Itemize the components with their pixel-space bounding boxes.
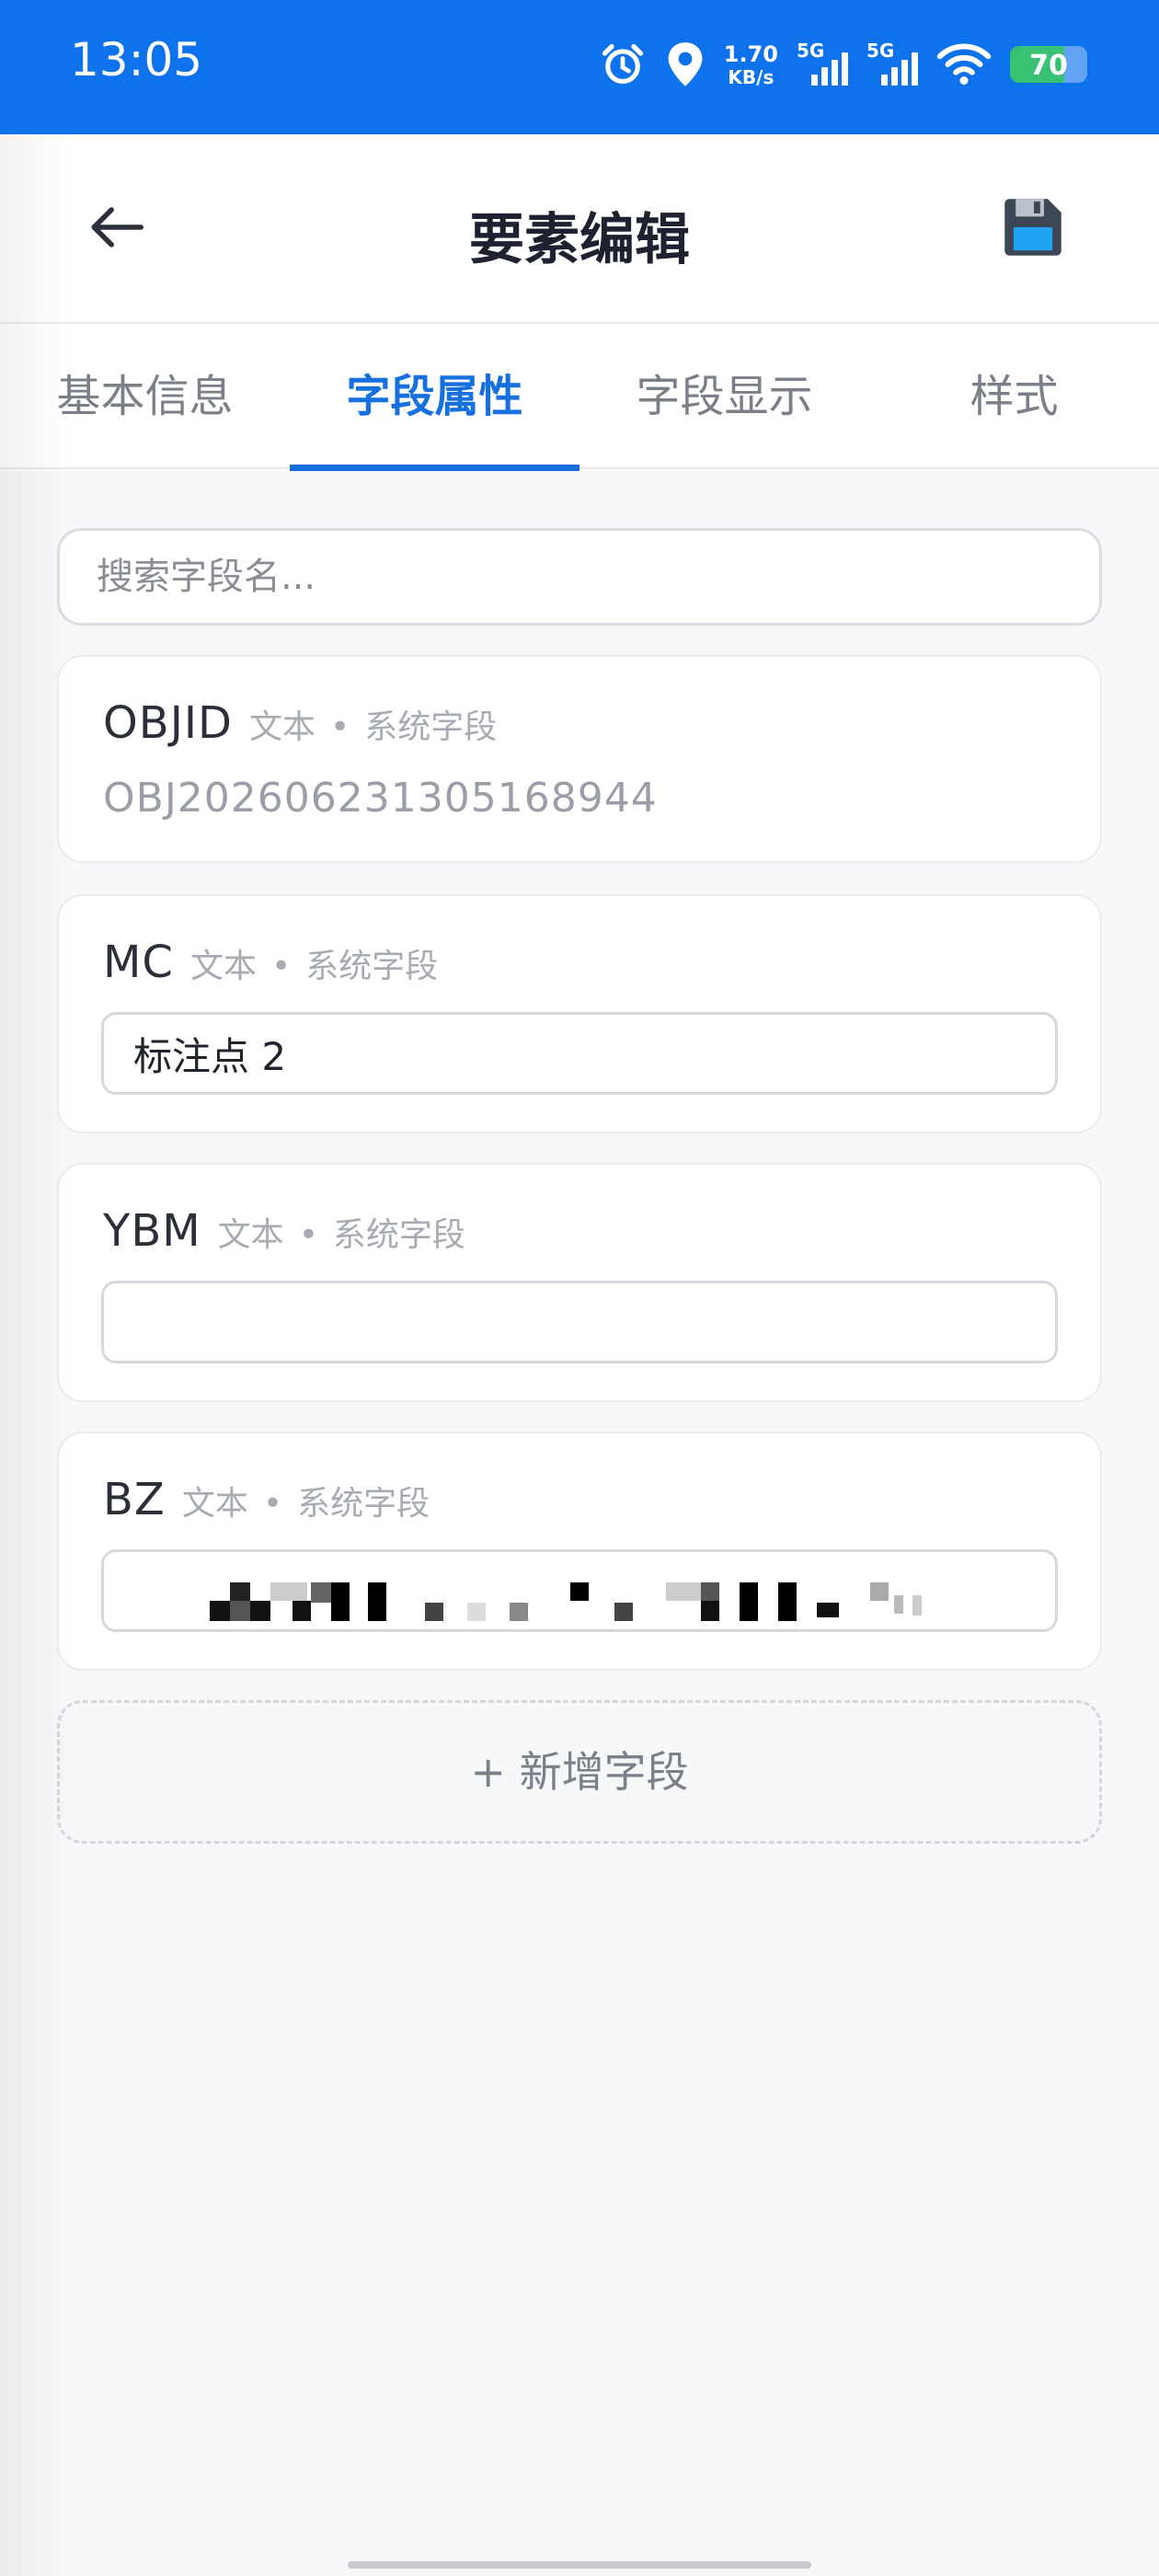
save-button[interactable] xyxy=(995,190,1071,265)
field-card-ybm: YBM 文本 • 系统字段 xyxy=(57,1163,1102,1402)
field-header: BZ 文本 • 系统字段 xyxy=(103,1474,430,1525)
meta-separator: • xyxy=(330,708,350,746)
field-name: YBM xyxy=(103,1205,201,1257)
redacted-value-pixelation xyxy=(210,1582,1001,1623)
field-kind: 系统字段 xyxy=(364,708,498,746)
alarm-icon xyxy=(602,43,643,85)
field-meta: 文本 • 系统字段 xyxy=(249,700,497,748)
field-header: OBJID 文本 • 系统字段 xyxy=(103,697,497,749)
field-card-bz: BZ 文本 • 系统字段 xyxy=(57,1432,1102,1671)
signal-sim2-icon: 5G xyxy=(866,40,918,89)
tab-basic-info[interactable]: 基本信息 xyxy=(0,324,290,469)
meta-separator: • xyxy=(298,1216,318,1254)
field-meta: 文本 • 系统字段 xyxy=(218,1208,465,1256)
field-name: BZ xyxy=(103,1474,166,1525)
add-field-button[interactable]: + 新增字段 xyxy=(57,1700,1102,1844)
field-list-panel: OBJID 文本 • 系统字段 OBJ202606231305168944 MC 文… xyxy=(0,471,1159,2576)
field-type: 文本 xyxy=(181,1485,248,1523)
status-icons: 1.70 KB/s 5G 5G 70 xyxy=(599,35,1087,94)
field-name: OBJID xyxy=(103,697,233,749)
meta-separator: • xyxy=(270,948,292,985)
field-header: YBM 文本 • 系统字段 xyxy=(103,1205,465,1257)
screen: 13:05 1.70 KB/s 5G 5G 70 要素编辑 基本信息 字段属性 … xyxy=(0,0,1159,2576)
battery-icon: 70 xyxy=(1010,46,1087,83)
field-meta: 文本 • 系统字段 xyxy=(182,1477,430,1524)
floppy-disk-icon xyxy=(1004,199,1061,256)
field-type: 文本 xyxy=(217,1216,284,1254)
field-header: MC 文本 • 系统字段 xyxy=(103,937,438,988)
signal-sim1-icon: 5G xyxy=(797,40,848,89)
wifi-icon xyxy=(936,43,992,85)
field-kind: 系统字段 xyxy=(297,1485,430,1523)
field-kind: 系统字段 xyxy=(332,1216,465,1254)
field-card-objid: OBJID 文本 • 系统字段 OBJ202606231305168944 xyxy=(57,655,1102,863)
status-bar: 13:05 1.70 KB/s 5G 5G 70 xyxy=(0,0,1159,134)
battery-level-text: 70 xyxy=(1029,50,1068,82)
status-time: 13:05 xyxy=(70,33,203,86)
field-search-input[interactable] xyxy=(57,528,1102,626)
field-name: MC xyxy=(103,937,174,988)
tab-style[interactable]: 样式 xyxy=(869,324,1159,469)
network-speed: 1.70 KB/s xyxy=(724,43,778,86)
field-meta: 文本 • 系统字段 xyxy=(190,939,438,987)
field-card-mc: MC 文本 • 系统字段 xyxy=(57,894,1102,1133)
network-speed-value: 1.70 xyxy=(723,40,778,67)
home-indicator[interactable] xyxy=(348,2561,811,2569)
field-value-input-mc[interactable] xyxy=(101,1012,1058,1095)
meta-separator: • xyxy=(262,1485,283,1523)
field-kind: 系统字段 xyxy=(305,948,439,985)
field-readonly-value: OBJ202606231305168944 xyxy=(103,775,658,822)
tab-field-attributes[interactable]: 字段属性 xyxy=(290,324,580,471)
field-type: 文本 xyxy=(248,708,316,746)
field-value-input-ybm[interactable] xyxy=(101,1281,1058,1363)
network-speed-unit: KB/s xyxy=(728,65,775,88)
app-bar: 要素编辑 xyxy=(0,134,1159,324)
page-title: 要素编辑 xyxy=(469,208,690,272)
tab-field-display[interactable]: 字段显示 xyxy=(580,324,869,469)
field-type: 文本 xyxy=(189,948,257,985)
location-icon xyxy=(668,42,703,86)
tab-bar: 基本信息 字段属性 字段显示 样式 xyxy=(0,324,1159,471)
